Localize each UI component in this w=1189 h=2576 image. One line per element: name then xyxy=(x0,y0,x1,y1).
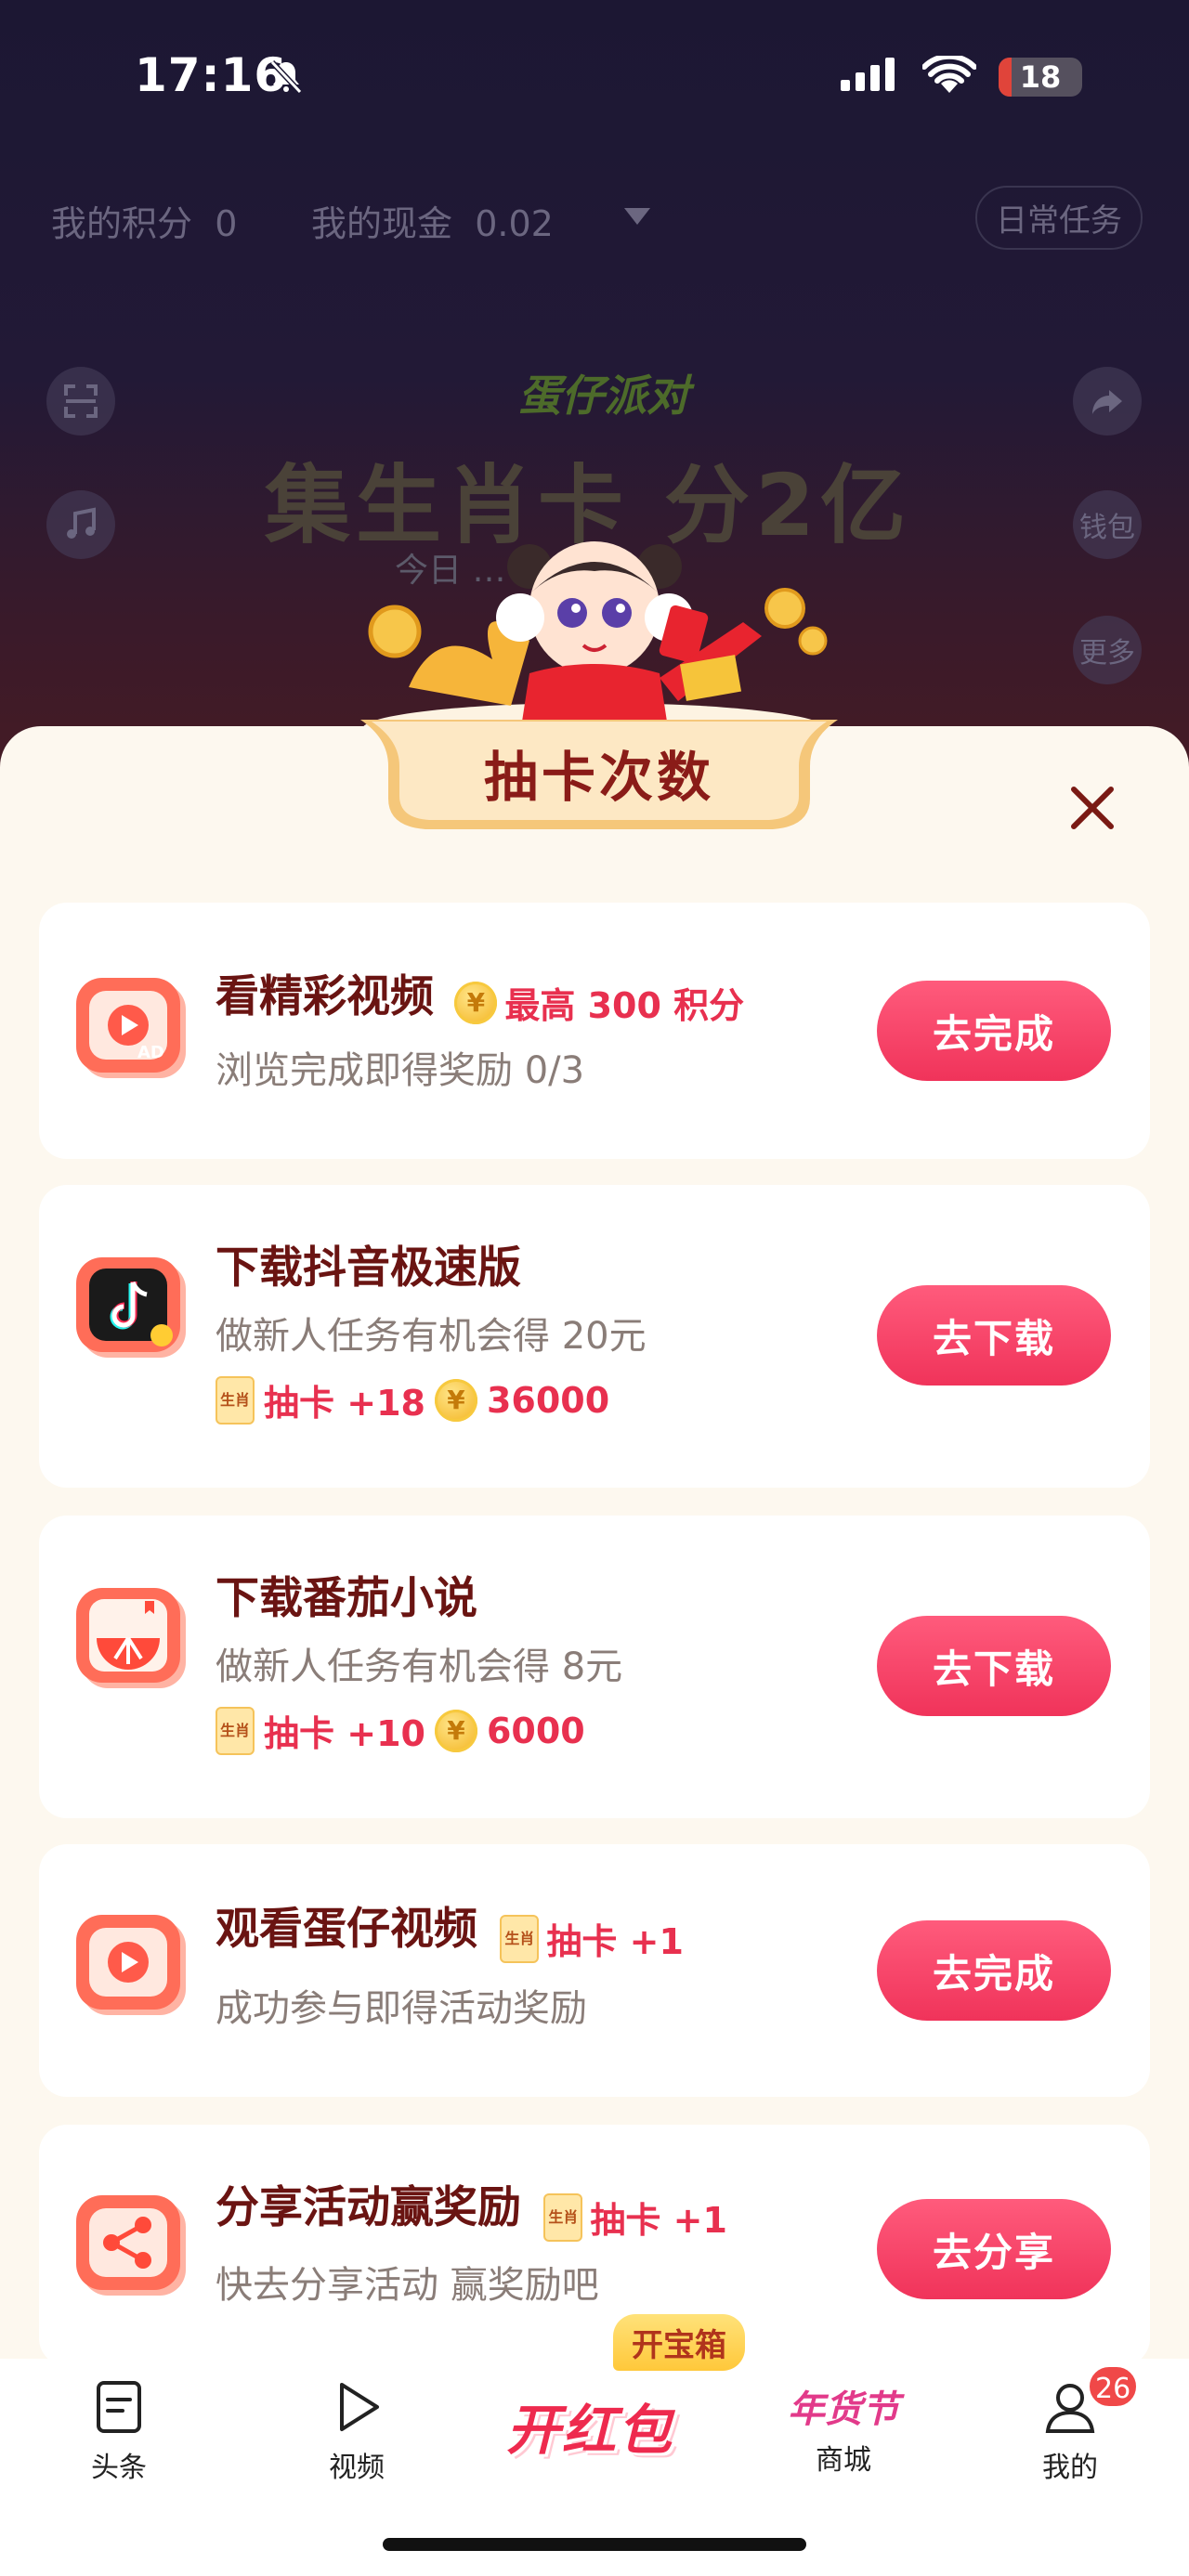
notification-badge: 26 xyxy=(1087,2364,1140,2409)
task-description: 浏览完成即得奖励 0/3 xyxy=(216,1049,585,1092)
coin-icon: ¥ xyxy=(434,1378,477,1422)
task-rewards: 生肖 抽卡 +10 ¥ 6000 xyxy=(216,1705,585,1756)
tab-headlines[interactable]: 头条 xyxy=(45,2377,193,2485)
task-card-eggy-video: 观看蛋仔视频 生肖 抽卡 +1 成功参与即得活动奖励 去完成 xyxy=(39,1844,1150,2097)
douyin-lite-icon xyxy=(76,1257,186,1358)
play-video-icon xyxy=(76,1915,186,2015)
svg-text:AD: AD xyxy=(137,1043,164,1062)
coin-icon: ¥ xyxy=(454,981,498,1024)
bell-muted-icon xyxy=(269,59,303,95)
share-arrow-icon xyxy=(1073,367,1142,436)
treasure-chest-badge[interactable]: 开宝箱 xyxy=(613,2314,745,2371)
tab-label: 头条 xyxy=(91,2452,147,2484)
download-button[interactable]: 去下载 xyxy=(877,1616,1111,1716)
festival-icon[interactable]: 年货节 xyxy=(769,2379,918,2433)
banner-logo: 蛋仔派对 xyxy=(518,371,689,421)
daily-task-button: 日常任务 xyxy=(975,186,1143,250)
tomato-novel-icon xyxy=(76,1588,186,1688)
zodiac-card-icon: 生肖 xyxy=(216,1375,255,1425)
task-description: 成功参与即得活动奖励 xyxy=(216,1987,587,2030)
wallet-side-button: 钱包 xyxy=(1073,490,1142,559)
coin-icon: ¥ xyxy=(434,1709,477,1752)
task-description: 做新人任务有机会得 20元 xyxy=(216,1315,647,1358)
card-reward: 抽卡 +10 xyxy=(264,1713,425,1754)
zodiac-card-icon: 生肖 xyxy=(216,1706,255,1755)
modal-title: 抽卡次数 xyxy=(483,746,714,809)
complete-button[interactable]: 去完成 xyxy=(877,981,1111,1081)
coin-reward: 36000 xyxy=(486,1379,610,1421)
task-title: 分享活动赢奖励 生肖 抽卡 +1 xyxy=(216,2182,727,2243)
task-card-share: 分享活动赢奖励 生肖 抽卡 +1 快去分享活动 赢奖励吧 去分享 xyxy=(39,2125,1150,2366)
tab-video[interactable]: 视频 xyxy=(282,2377,431,2485)
music-icon xyxy=(46,490,115,559)
play-icon xyxy=(340,2383,379,2431)
task-card-video: AD 看精彩视频 ¥ 最高 300 积分 浏览完成即得奖励 0/3 去完成 xyxy=(39,903,1150,1159)
close-icon[interactable] xyxy=(1066,782,1118,834)
wifi-icon xyxy=(922,56,976,93)
task-rewards: 生肖 抽卡 +18 ¥ 36000 xyxy=(216,1374,609,1425)
task-card-tomato: 下载番茄小说 做新人任务有机会得 8元 生肖 抽卡 +10 ¥ 6000 去下载 xyxy=(39,1516,1150,1818)
battery-indicator: 18 xyxy=(999,58,1082,97)
cellular-signal-icon xyxy=(841,58,895,91)
tab-label: 视频 xyxy=(329,2452,385,2484)
cash-display: 我的现金 0.02 xyxy=(311,203,554,244)
task-card-douyin: 下载抖音极速版 做新人任务有机会得 20元 生肖 抽卡 +18 ¥ 36000 … xyxy=(39,1185,1150,1488)
task-description: 快去分享活动 赢奖励吧 xyxy=(216,2264,599,2307)
download-button[interactable]: 去下载 xyxy=(877,1285,1111,1386)
scan-icon xyxy=(46,367,115,436)
home-indicator xyxy=(383,2538,806,2551)
dropdown-arrow-icon xyxy=(624,208,650,225)
mascot-illustration xyxy=(362,541,828,743)
card-reward: 生肖 抽卡 +1 xyxy=(543,2192,727,2243)
task-title: 观看蛋仔视频 生肖 抽卡 +1 xyxy=(216,1904,684,1964)
tab-red-packet[interactable]: 开红包 xyxy=(506,2387,673,2465)
points-bar: 我的积分 0 我的现金 0.02 日常任务 xyxy=(0,186,1189,251)
zodiac-card-icon: 生肖 xyxy=(500,1914,540,1963)
card-reward: 生肖 抽卡 +1 xyxy=(500,1913,684,1964)
points-reward: ¥ 最高 300 积分 xyxy=(454,977,744,1028)
article-icon xyxy=(97,2381,141,2433)
status-bar: 17:16 18 xyxy=(0,0,1189,158)
task-title: 看精彩视频 ¥ 最高 300 积分 xyxy=(216,971,745,1028)
status-time: 17:16 xyxy=(135,48,288,102)
share-button[interactable]: 去分享 xyxy=(877,2199,1111,2299)
points-display: 我的积分 0 xyxy=(51,203,238,244)
complete-button[interactable]: 去完成 xyxy=(877,1920,1111,2021)
task-description: 做新人任务有机会得 8元 xyxy=(216,1646,623,1688)
video-ad-icon: AD xyxy=(76,978,186,1078)
card-reward: 抽卡 +18 xyxy=(264,1383,425,1424)
tab-label: 我的 xyxy=(1042,2452,1098,2484)
tab-mall-label[interactable]: 商城 xyxy=(769,2437,918,2478)
task-title: 下载抖音极速版 xyxy=(216,1242,521,1294)
more-side-button: 更多 xyxy=(1073,616,1142,684)
task-title: 下载番茄小说 xyxy=(216,1573,477,1624)
zodiac-card-icon: 生肖 xyxy=(543,2192,583,2242)
share-icon xyxy=(76,2195,186,2296)
coin-reward: 6000 xyxy=(486,1710,585,1751)
